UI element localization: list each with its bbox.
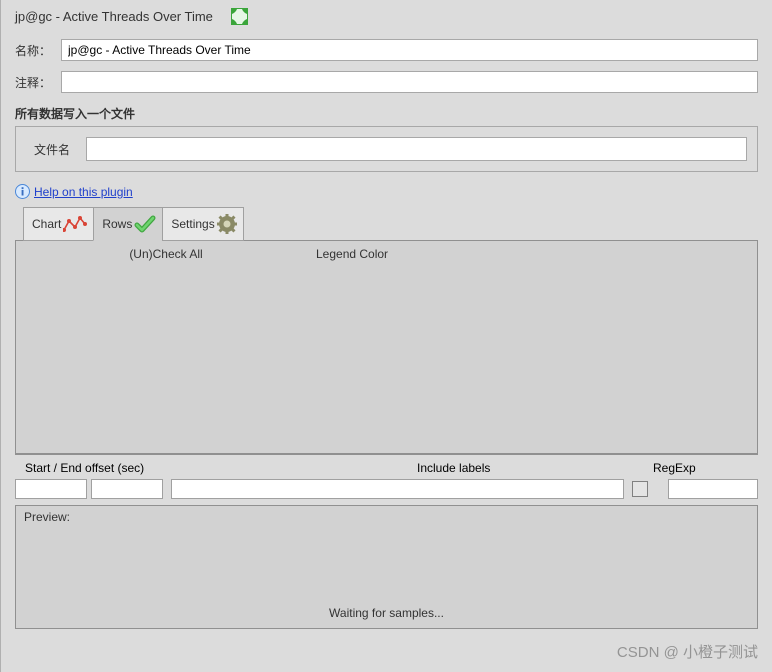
watermark: CSDN @ 小橙子测试 <box>617 641 758 662</box>
filename-label: 文件名 <box>34 141 76 158</box>
uncheck-all-header[interactable]: (Un)Check All <box>16 247 316 261</box>
preview-panel: Preview: Waiting for samples... <box>15 505 758 629</box>
regexp-label: RegExp <box>653 461 748 475</box>
include-labels-input[interactable] <box>171 479 624 499</box>
tab-rows-label: Rows <box>102 217 132 231</box>
rows-panel: (Un)Check All Legend Color <box>15 240 758 454</box>
rows-body <box>16 261 757 453</box>
end-offset-input[interactable] <box>91 479 163 499</box>
write-file-section-label: 所有数据写入一个文件 <box>1 101 772 124</box>
name-label: 名称： <box>15 42 55 59</box>
title-bar: jp@gc - Active Threads Over Time <box>1 0 772 37</box>
name-row: 名称： <box>1 37 772 69</box>
help-link[interactable]: Help on this plugin <box>34 185 133 199</box>
filename-input[interactable] <box>86 137 747 161</box>
checkmark-icon <box>134 214 156 234</box>
gear-icon <box>217 214 237 234</box>
preview-status: Waiting for samples... <box>329 606 444 620</box>
expand-icon[interactable] <box>231 8 248 25</box>
legend-color-header: Legend Color <box>316 247 757 261</box>
tab-chart[interactable]: Chart <box>23 207 94 241</box>
name-input[interactable] <box>61 39 758 61</box>
help-row: Help on this plugin <box>1 182 772 207</box>
panel-title: jp@gc - Active Threads Over Time <box>15 9 213 24</box>
tab-rows[interactable]: Rows <box>93 207 163 241</box>
regexp-input[interactable] <box>668 479 758 499</box>
comment-input[interactable] <box>61 71 758 93</box>
tab-chart-label: Chart <box>32 217 61 231</box>
info-icon <box>15 184 30 199</box>
offsets-labels: Start / End offset (sec) Include labels … <box>15 454 758 477</box>
start-offset-input[interactable] <box>15 479 87 499</box>
regexp-checkbox[interactable] <box>632 481 648 497</box>
include-labels-label: Include labels <box>177 461 653 475</box>
preview-label: Preview: <box>24 510 749 524</box>
offsets-inputs <box>15 477 758 505</box>
start-end-offset-label: Start / End offset (sec) <box>25 461 177 475</box>
tab-settings-label: Settings <box>171 217 214 231</box>
tab-settings[interactable]: Settings <box>162 207 243 241</box>
write-file-group: 文件名 <box>15 126 758 172</box>
comment-label: 注释： <box>15 74 55 91</box>
rows-headers: (Un)Check All Legend Color <box>16 241 757 261</box>
tabstrip: Chart Rows Setti <box>1 207 772 241</box>
comment-row: 注释： <box>1 69 772 101</box>
chart-line-icon <box>63 215 87 233</box>
